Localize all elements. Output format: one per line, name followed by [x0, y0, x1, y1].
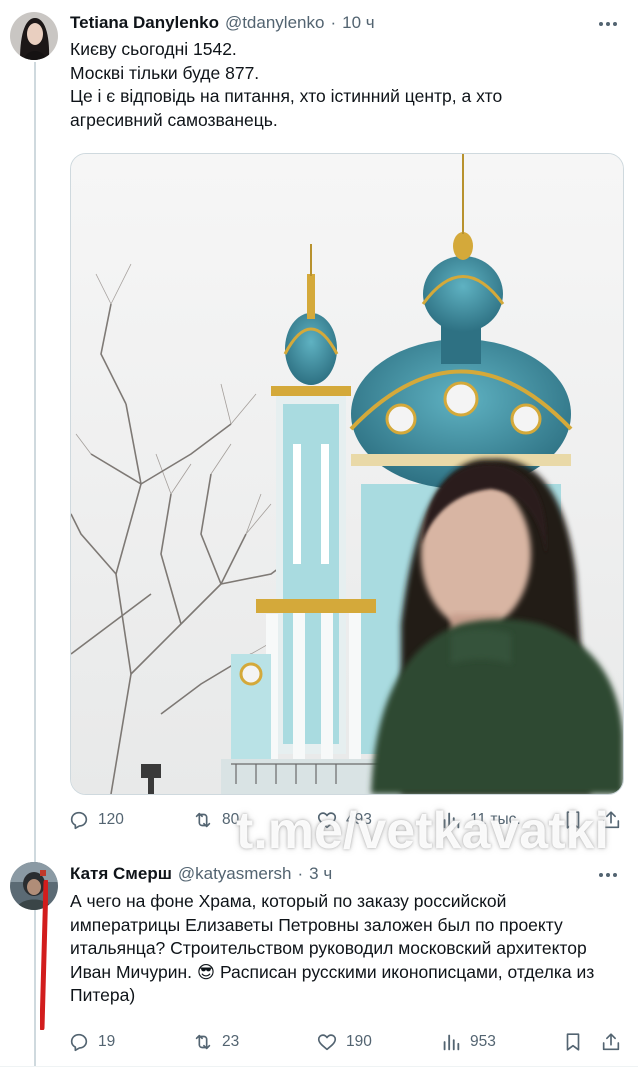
more-icon[interactable]	[596, 865, 620, 885]
tweet-text: А чего на фоне Храма, который по заказу …	[70, 891, 595, 1005]
tweet-actions: 19 23 190 953	[68, 1029, 624, 1055]
repost-icon	[195, 1034, 211, 1050]
reply-button[interactable]: 120	[68, 807, 124, 833]
views-button[interactable]: 953	[440, 1029, 496, 1055]
views-icon	[443, 1034, 460, 1051]
views-count: 953	[470, 1033, 496, 1050]
tweet-photo[interactable]	[70, 153, 624, 795]
tweet-line: Москві тільки буде 877.	[70, 62, 260, 83]
share-icon	[602, 1033, 620, 1051]
reply-count: 19	[98, 1033, 116, 1050]
repost-icon	[195, 812, 211, 828]
tweet-original[interactable]: Tetiana Danylenko @tdanylenko · 10 ч Киє…	[0, 0, 638, 840]
separator: ·	[330, 13, 337, 32]
like-icon	[317, 1034, 337, 1051]
separator: ·	[297, 864, 304, 883]
timestamp[interactable]: 10 ч	[342, 13, 375, 33]
reply-button[interactable]: 19	[68, 1029, 115, 1055]
more-icon[interactable]	[596, 14, 620, 34]
tweet-line: Це і є відповідь на питання, хто істинни…	[70, 86, 503, 130]
repost-count: 23	[222, 1033, 240, 1050]
tweet-header: Tetiana Danylenko @tdanylenko · 10 ч	[70, 12, 375, 34]
tweet-header: Катя Смерш @katyasmersh · 3 ч	[70, 863, 332, 885]
author-handle[interactable]: @tdanylenko	[225, 13, 325, 33]
bookmark-button[interactable]	[562, 1029, 592, 1055]
divider	[0, 1066, 638, 1067]
red-annotation-mark	[40, 880, 48, 1030]
repost-button[interactable]: 23	[192, 1029, 239, 1055]
author-name[interactable]: Катя Смерш	[70, 864, 172, 884]
share-button[interactable]	[600, 1029, 630, 1055]
like-button[interactable]: 190	[316, 1029, 372, 1055]
tweet-text: Києву сьогодні 1542. Москві тільки буде …	[70, 38, 618, 132]
author-handle[interactable]: @katyasmersh	[178, 864, 292, 884]
church-photo	[71, 154, 623, 794]
reply-icon	[70, 1033, 88, 1052]
repost-button[interactable]: 80	[192, 807, 239, 833]
author-name[interactable]: Tetiana Danylenko	[70, 13, 219, 33]
avatar[interactable]	[10, 12, 58, 60]
tweet-reply[interactable]: Катя Смерш @katyasmersh · 3 ч А чего на …	[0, 850, 638, 1065]
avatar[interactable]	[10, 862, 58, 910]
timestamp[interactable]: 3 ч	[309, 864, 332, 884]
reply-count: 120	[98, 811, 124, 828]
tweet-line: Києву сьогодні 1542.	[70, 39, 237, 59]
bookmark-icon	[566, 1033, 580, 1051]
reply-icon	[70, 811, 88, 830]
like-count: 190	[346, 1033, 372, 1050]
